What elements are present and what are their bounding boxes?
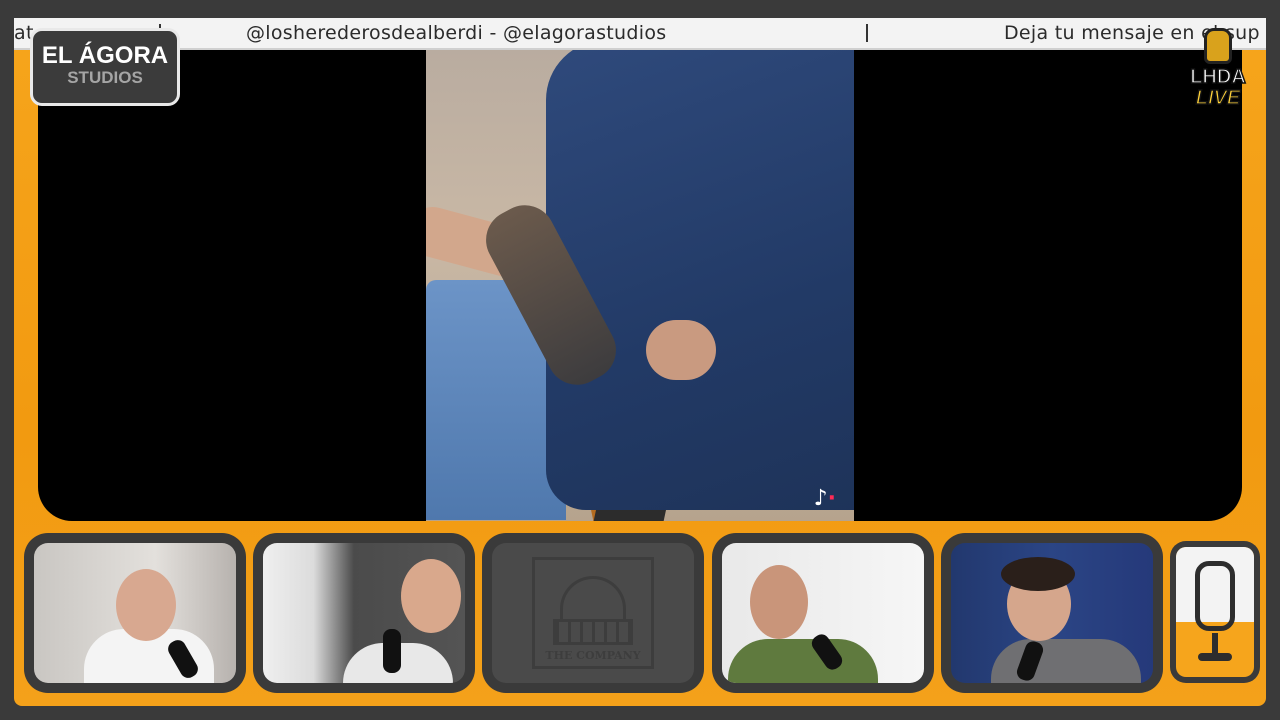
video-person-shirt	[546, 50, 854, 510]
microphone-icon	[383, 629, 401, 673]
the-company-logo: THE COMPANY	[532, 557, 654, 669]
camera-tile-2[interactable]	[253, 533, 475, 693]
video-feed[interactable]: ♪·	[426, 50, 854, 521]
lhda-logo-title: LHDA	[1189, 65, 1246, 89]
mic-badge-inner	[1176, 547, 1254, 677]
el-agora-logo: EL ÁGORA STUDIOS	[30, 28, 180, 106]
ticker-handles: @losherederosdealberdi - @elagorastudios	[246, 22, 667, 44]
person-body	[991, 639, 1141, 683]
news-ticker: at @losherederosdealberdi - @elagorastud…	[14, 18, 1266, 50]
camera-tile-3[interactable]	[712, 533, 934, 693]
placeholder-caption: THE COMPANY	[545, 649, 641, 662]
camera-tile-empty[interactable]: THE COMPANY	[482, 533, 704, 693]
person-head	[750, 565, 808, 639]
mic-base-icon	[1198, 653, 1232, 661]
podcast-mic-badge	[1170, 541, 1260, 683]
person-head	[116, 569, 176, 641]
lhda-live-logo: LHDA LIVE	[1178, 28, 1258, 126]
logo-subtitle: STUDIOS	[67, 68, 143, 87]
ticker-separator	[866, 24, 868, 42]
mic-stand-icon	[1212, 633, 1218, 655]
camera-tile-4[interactable]	[941, 533, 1163, 693]
building-dome-icon	[560, 576, 626, 619]
camera-feed	[951, 543, 1153, 683]
camera-placeholder: THE COMPANY	[492, 543, 694, 683]
camera-feed	[34, 543, 236, 683]
person-body	[728, 639, 878, 683]
person-hair	[1001, 557, 1075, 591]
microphone-icon	[1204, 28, 1232, 64]
tiktok-icon: ♪·	[813, 486, 836, 511]
video-hand	[646, 320, 716, 380]
microphone-icon	[1195, 561, 1235, 631]
person-head	[401, 559, 461, 633]
logo-title: EL ÁGORA	[41, 42, 169, 69]
camera-tile-1[interactable]	[24, 533, 246, 693]
camera-feed	[263, 543, 465, 683]
camera-feed	[722, 543, 924, 683]
lhda-logo-live: LIVE	[1195, 87, 1241, 109]
main-stage: ♪·	[38, 50, 1242, 521]
building-columns-icon	[553, 619, 633, 645]
